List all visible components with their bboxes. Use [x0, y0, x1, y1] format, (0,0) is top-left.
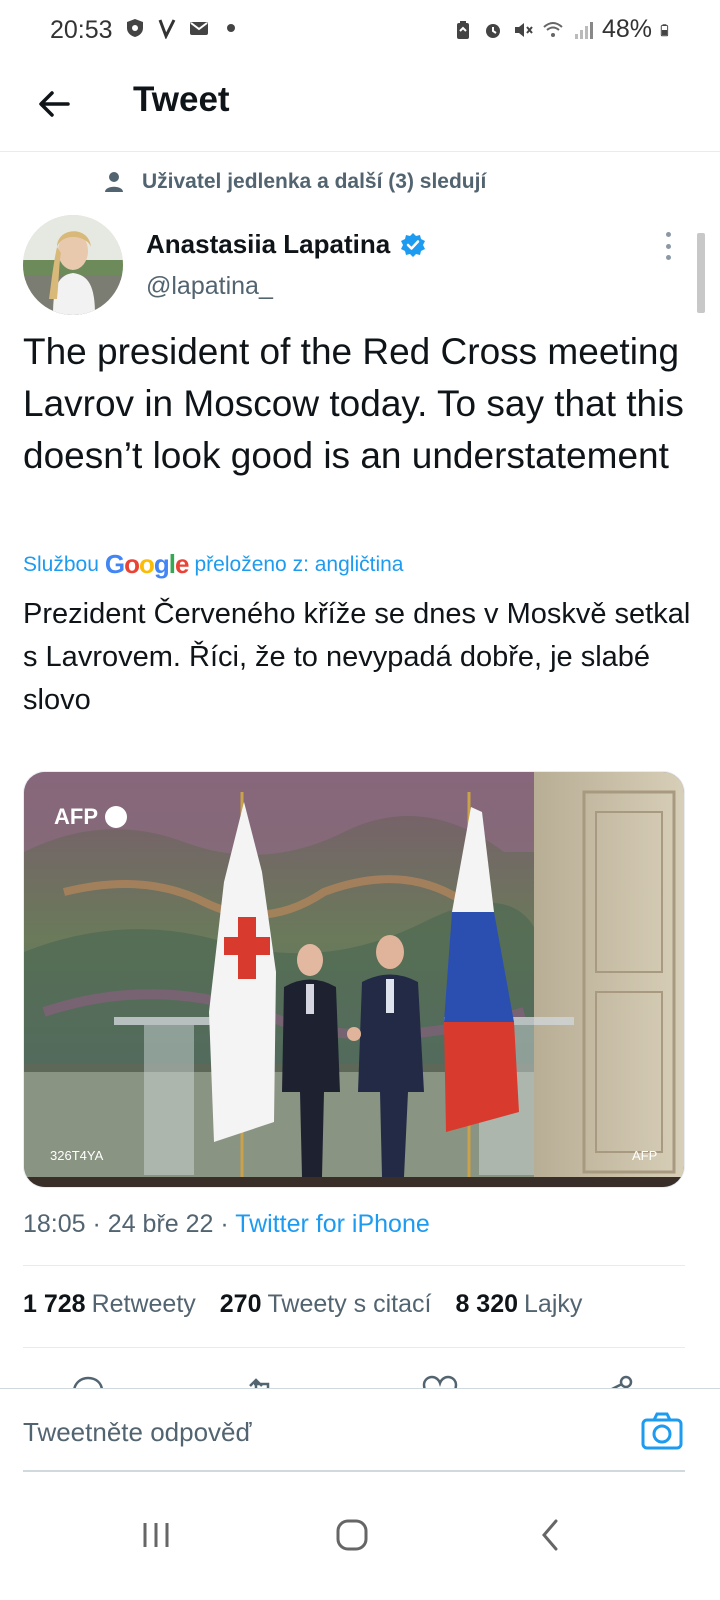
system-icons: 48%	[452, 15, 674, 44]
quotes-label: Tweety s citací	[267, 1290, 432, 1318]
likes-stat[interactable]: 8 320 Lajky	[455, 1290, 582, 1319]
tweet-text: The president of the Red Cross meeting L…	[23, 331, 684, 476]
author-name-text: Anastasiia Lapatina	[146, 229, 391, 259]
tweet-actions	[0, 1360, 720, 1390]
v-app-icon	[158, 19, 176, 39]
system-nav-bar	[0, 1475, 720, 1600]
more-dot	[665, 255, 671, 260]
scrollbar[interactable]	[697, 233, 705, 313]
translated-suffix: přeloženo z: angličtina	[194, 552, 404, 576]
home-button[interactable]	[322, 1505, 382, 1565]
divider	[23, 1347, 685, 1348]
author-handle[interactable]: @lapatina_	[146, 272, 273, 301]
wifi-icon	[543, 21, 563, 37]
dot-icon	[227, 24, 235, 32]
app-header: Tweet	[0, 60, 720, 152]
avatar[interactable]	[23, 215, 123, 315]
tweet-source-link[interactable]: Twitter for iPhone	[235, 1210, 430, 1238]
tweet-timestamp: 18:05 · 24 bře 22 · Twitter for iPhone	[23, 1210, 430, 1239]
photo-credit-label: AFP	[632, 1148, 657, 1163]
system-back-button[interactable]	[520, 1505, 580, 1565]
page-title: Tweet	[133, 80, 230, 119]
signal-icon	[574, 21, 593, 39]
divider	[23, 1265, 685, 1266]
social-context[interactable]: Uživatel jedlenka a další (3) sledují	[104, 170, 486, 194]
recent-apps-button[interactable]	[126, 1505, 186, 1565]
author-name[interactable]: Anastasiia Lapatina	[146, 229, 426, 260]
more-options-button[interactable]	[656, 228, 680, 264]
person-icon	[105, 172, 123, 192]
chevron-left-icon	[542, 1519, 558, 1551]
status-time: 20:53	[50, 16, 113, 44]
retweets-count: 1 728	[23, 1290, 86, 1318]
reply-input[interactable]: Tweetněte odpověď	[23, 1417, 251, 1448]
reply-underline	[23, 1470, 685, 1472]
likes-label: Lajky	[524, 1290, 583, 1318]
alarm-icon	[485, 23, 500, 38]
camera-icon[interactable]	[640, 1411, 684, 1451]
tweet-date: 24 bře 22	[107, 1210, 214, 1238]
photo-image: AFP 326T4YA AFP	[24, 772, 684, 1187]
battery-percent: 48%	[601, 15, 652, 43]
verified-badge-icon	[401, 232, 426, 257]
likes-count: 8 320	[455, 1290, 519, 1318]
more-dot	[665, 232, 671, 237]
meta-separator: ·	[220, 1210, 229, 1238]
battery-icon	[660, 23, 669, 36]
home-icon	[336, 1519, 368, 1551]
mail-icon	[190, 22, 208, 35]
translation-attribution[interactable]: Službou Google přeloženo z: angličtina	[23, 549, 403, 580]
retweets-stat[interactable]: 1 728 Retweety	[23, 1290, 196, 1319]
quotes-stat[interactable]: 270 Tweety s citací	[220, 1290, 432, 1319]
battery-saver-icon	[456, 20, 469, 39]
back-button[interactable]	[28, 78, 80, 130]
avatar-image	[23, 215, 123, 315]
recent-apps-icon	[143, 1523, 169, 1547]
shield-icon	[127, 19, 143, 37]
quotes-count: 270	[219, 1290, 262, 1318]
more-dot	[665, 243, 671, 249]
reply-bar: Tweetněte odpověď	[0, 1388, 720, 1474]
mute-icon	[514, 22, 533, 37]
retweets-label: Retweety	[91, 1290, 196, 1318]
meta-separator: ·	[92, 1210, 101, 1238]
arrow-left-icon	[39, 91, 70, 117]
photo-id-label: 326T4YA	[50, 1148, 104, 1163]
status-bar: 20:53 48%	[0, 0, 720, 60]
tweet-time: 18:05	[23, 1210, 86, 1238]
translated-prefix: Službou	[23, 552, 99, 576]
afp-watermark: AFP	[54, 804, 98, 829]
google-logo: Google	[104, 549, 190, 579]
notification-icons	[124, 17, 242, 39]
social-context-text: Uživatel jedlenka a další (3) sledují	[142, 170, 487, 193]
tweet-translation: Prezident Červeného kříže se dnes v Mosk…	[23, 598, 691, 716]
tweet-photo[interactable]: AFP 326T4YA AFP	[23, 771, 685, 1188]
tweet-stats: 1 728 Retweety 270 Tweety s citací 8 320 La…	[23, 1290, 582, 1319]
